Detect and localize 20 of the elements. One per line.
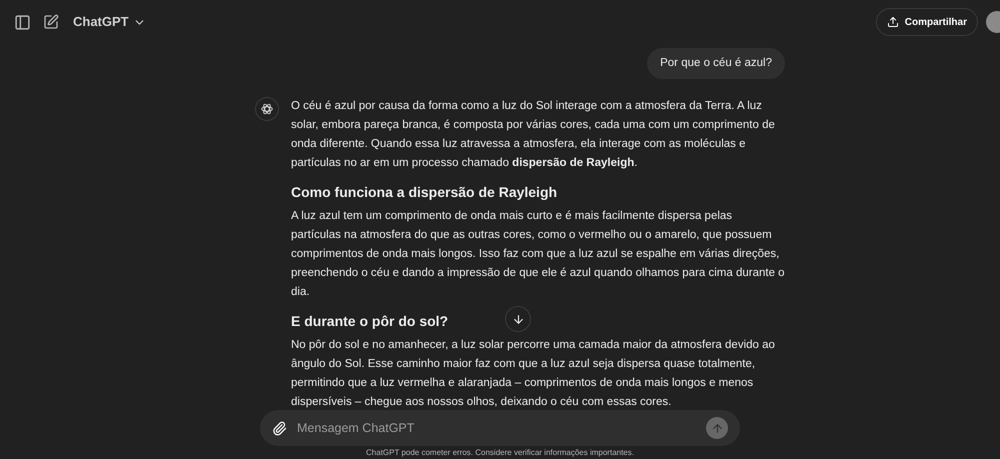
assistant-logo-icon xyxy=(255,97,279,122)
answer-heading: E durante o pôr do sol? xyxy=(291,312,448,330)
arrow-down-icon xyxy=(512,312,524,326)
message-input[interactable]: Mensagem ChatGPT xyxy=(260,410,740,446)
answer-paragraph: O céu é azul por causa da forma como a luz do Sol interage com a atmosfera da Terra. A luz solar, embora pareça branca, é composta por várias cores, cada uma com um comprimento de onda diferente. Quando essa luz atravessa a atmosfera, ela interage com as moléculas e partículas no ar em um processo chamado dispersão de Rayleigh. xyxy=(291,99,776,172)
attach-icon[interactable] xyxy=(272,420,287,436)
model-selector[interactable]: ChatGPT xyxy=(73,12,146,32)
sidebar-toggle-icon[interactable] xyxy=(14,14,31,30)
user-message: Por que o céu é azul? xyxy=(647,48,785,80)
answer-paragraph: A luz azul tem um comprimento de onda mais curto e é mais facilmente dispersa pelas partículas na atmosfera do que as outras cores, como o vermelho ou o amarelo, que possuem comprimentos de onda mais longos. Isso faz com que a luz azul se espalhe em várias direções, preenchendo o céu e dando a impressão de que ele é azul quando olhamos para cima durante o dia. xyxy=(291,209,785,300)
new-chat-icon[interactable] xyxy=(43,14,59,30)
answer-paragraph: No pôr do sol e no amanhecer, a luz solar percorre uma camada maior da atmosfera devido ao ângulo do Sol. Esse caminho maior faz com que a luz azul seja dispersa quase totalmente, permitindo que a luz vermelha e alaranjada – comprimentos de onda mais longos e menos dispersíveis – chegue aos nossos olhos, deixando o céu com essas cores. xyxy=(291,338,776,410)
share-button[interactable]: Compartilhar xyxy=(876,8,978,36)
send-button[interactable] xyxy=(706,417,728,439)
answer-heading: Como funciona a dispersão de Rayleigh xyxy=(291,183,558,202)
arrow-up-icon xyxy=(710,422,724,434)
share-icon xyxy=(886,16,899,28)
disclaimer-text: ChatGPT pode cometer erros. Considere verificar informações importantes. xyxy=(365,447,635,459)
message-field[interactable]: Mensagem ChatGPT xyxy=(297,418,696,438)
scroll-down-button[interactable] xyxy=(505,306,531,332)
